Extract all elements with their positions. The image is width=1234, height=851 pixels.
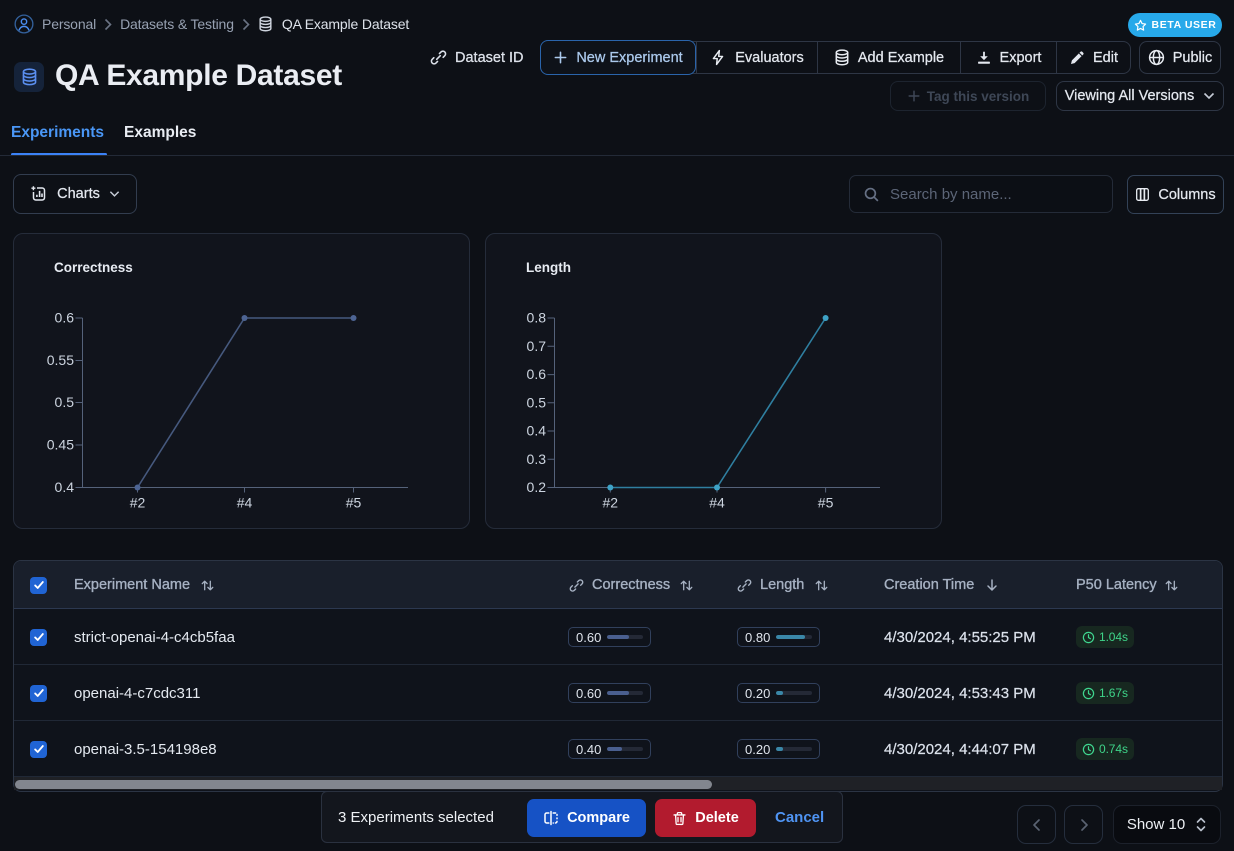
svg-text:#4: #4 [709,495,725,511]
svg-text:0.4: 0.4 [55,479,75,495]
svg-text:0.7: 0.7 [527,338,547,354]
svg-text:0.6: 0.6 [527,366,547,382]
svg-text:#4: #4 [237,495,253,511]
svg-text:#2: #2 [603,495,619,511]
svg-text:0.45: 0.45 [47,437,74,453]
svg-text:#5: #5 [818,495,834,511]
svg-text:0.4: 0.4 [527,423,547,439]
svg-text:0.55: 0.55 [47,352,74,368]
svg-text:0.5: 0.5 [527,394,547,410]
svg-text:0.3: 0.3 [527,451,547,467]
svg-text:0.8: 0.8 [527,310,547,326]
svg-text:#2: #2 [130,495,146,511]
svg-text:0.2: 0.2 [527,479,547,495]
svg-text:#5: #5 [346,495,362,511]
svg-text:0.5: 0.5 [55,394,75,410]
svg-text:0.6: 0.6 [55,310,75,326]
